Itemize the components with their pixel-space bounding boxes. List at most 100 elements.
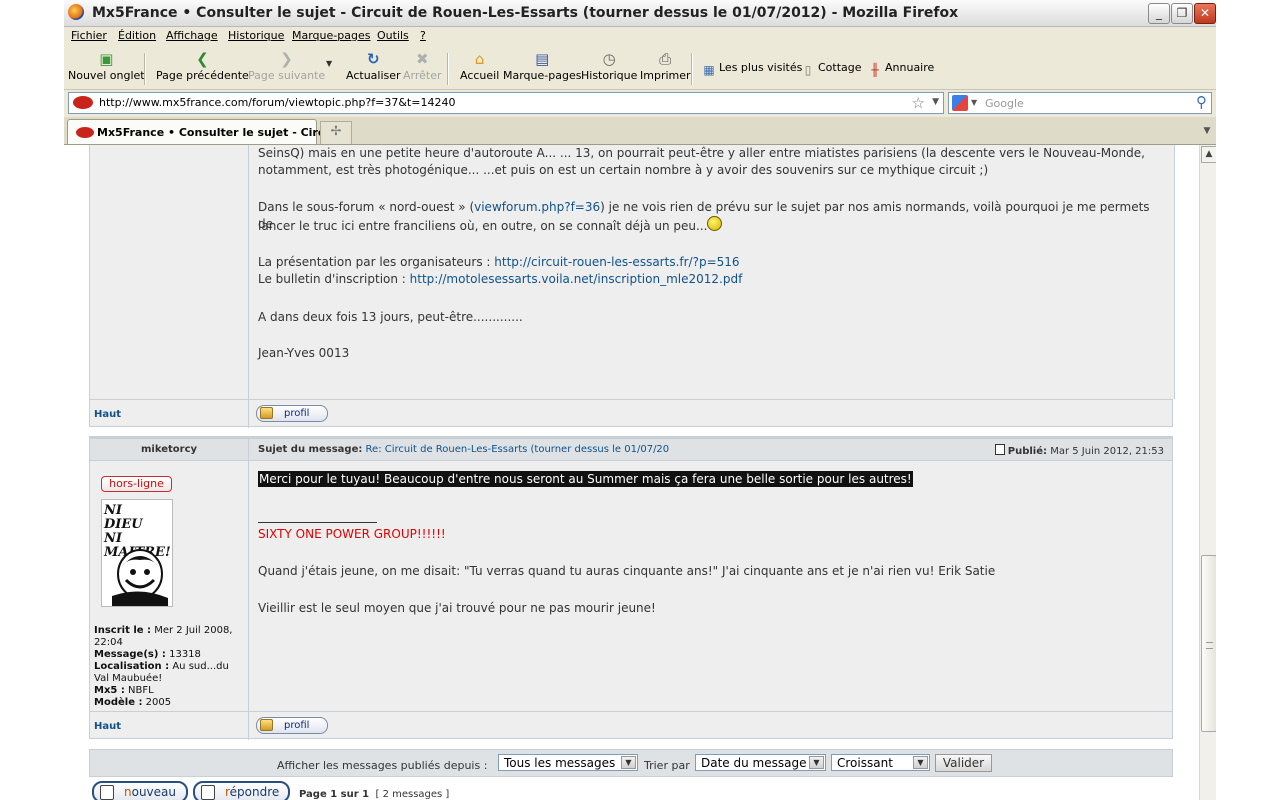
history-button[interactable]: ◷ Historique (581, 51, 637, 82)
menu-outils[interactable]: Outils (377, 29, 409, 42)
menu-edition[interactable]: Édition (118, 29, 156, 42)
close-button[interactable]: ✕ (1194, 3, 1216, 24)
post-icon[interactable] (994, 444, 1005, 455)
forward-button[interactable]: ❯ Page suivante (248, 51, 325, 82)
post-2-published: Publié: Mar 5 Juin 2012, 21:53 (994, 444, 1164, 457)
post-1-author-column (90, 145, 249, 399)
post-1-text: lancer le truc ici entre franciliens où,… (258, 216, 1158, 235)
author-info: Inscrit le : Mer 2 Juil 2008, 22:04 Mess… (94, 625, 233, 708)
scroll-thumb[interactable] (1201, 555, 1216, 732)
navigation-toolbar: ▣ Nouvel onglet ❮ Page précédente ❯ Page… (64, 47, 1216, 90)
back-to-top-link[interactable]: Haut (94, 409, 121, 420)
menu-historique[interactable]: Historique (228, 29, 284, 42)
google-engine-icon[interactable] (952, 95, 968, 111)
search-input[interactable]: Google (985, 97, 1024, 110)
history-dropdown-icon[interactable]: ▼ (326, 59, 332, 68)
window-title: Mx5France • Consulter le sujet - Circuit… (92, 5, 959, 21)
post-1-text: La présentation par les organisateurs : … (258, 255, 740, 269)
post-1-text: SeinsQ) mais en une petite heure d'autor… (258, 146, 1145, 160)
url-dropdown-icon[interactable]: ▼ (932, 97, 939, 107)
bookmark-most-visited[interactable]: ▦ Les plus visités (702, 61, 802, 77)
forward-arrow-icon: ❯ (280, 50, 293, 68)
scroll-up-icon[interactable]: ▲ (1201, 146, 1216, 163)
post-2-signature-title: SIXTY ONE POWER GROUP!!!!!! (258, 527, 446, 541)
address-bar-row: http://www.mx5france.com/forum/viewtopic… (64, 90, 1216, 116)
reply-button[interactable]: répondre (193, 781, 290, 800)
post-2-footer: Haut profil (89, 711, 1173, 740)
column-divider (248, 439, 249, 461)
bookmark-star-icon[interactable]: ☆ (912, 94, 925, 112)
profile-button[interactable]: profil (256, 717, 328, 734)
menu-bar: Fichier Édition Affichage Historique Mar… (64, 27, 1216, 46)
smiley-icon (707, 216, 723, 231)
minimize-button[interactable]: _ (1148, 3, 1170, 24)
new-tab-button[interactable]: ▣ Nouvel onglet (68, 51, 145, 82)
tab-active[interactable]: Mx5France • Consulter le sujet - Circ... (67, 119, 337, 144)
forum-link[interactable]: viewforum.php?f=36 (474, 200, 600, 214)
tab-favicon (76, 127, 94, 138)
post-1: SeinsQ) mais en une petite heure d'autor… (89, 145, 1175, 399)
engine-dropdown-icon[interactable]: ▼ (971, 98, 977, 107)
bookmarks-button[interactable]: ▤ Marque-pages (503, 51, 581, 82)
print-button[interactable]: ⎙ Imprimer (640, 51, 691, 82)
submit-sort-button[interactable]: Valider (935, 754, 992, 772)
sort-by-select[interactable]: Date du message ▼ (695, 754, 826, 771)
vertical-scrollbar[interactable]: ▲ (1199, 145, 1216, 800)
most-visited-icon: ▦ (703, 63, 715, 77)
post-2-subject: Sujet du message: Re: Circuit de Rouen-L… (258, 444, 670, 455)
url-bar[interactable]: http://www.mx5france.com/forum/viewtopic… (68, 92, 944, 114)
back-to-top-link[interactable]: Haut (94, 721, 121, 732)
post-2-header: miketorcy Sujet du message: Re: Circuit … (89, 436, 1173, 461)
presentation-link[interactable]: http://circuit-rouen-les-essarts.fr/?p=5… (494, 255, 739, 269)
avatar-drawing (112, 549, 168, 606)
menu-fichier[interactable]: Fichier (71, 29, 107, 42)
forum-topic: SeinsQ) mais en une petite heure d'autor… (89, 145, 1175, 800)
bookmark-cottage[interactable]: ▯ Cottage (801, 61, 862, 77)
post-2: hors-ligne NI DIEU NI MAITRE! Inscrit le… (89, 461, 1173, 711)
menu-marque-pages[interactable]: Marque-pages (292, 29, 370, 42)
tab-list-icon[interactable]: ▼ (1200, 122, 1214, 140)
stop-button[interactable]: ✖ Arrêter (403, 51, 442, 82)
column-divider (248, 712, 249, 740)
bookmarks-icon: ▤ (535, 50, 550, 68)
search-bar[interactable]: ▼ Google ⚲ (948, 92, 1212, 114)
sort-order-select[interactable]: Croissant ▼ (831, 754, 930, 771)
profile-icon (260, 719, 273, 731)
toolbar-separator (144, 53, 146, 85)
reload-button[interactable]: ↻ Actualiser (346, 51, 401, 82)
new-topic-button[interactable]: nouveau (92, 781, 188, 800)
page-icon: ▯ (804, 63, 812, 77)
post-1-footer: Haut profil (89, 399, 1173, 428)
tab-bar: Mx5France • Consulter le sujet - Circ...… (64, 117, 1216, 145)
menu-help[interactable]: ? (420, 29, 426, 42)
back-button[interactable]: ❮ Page précédente (156, 51, 249, 82)
post-2-subject-link[interactable]: Re: Circuit de Rouen-Les-Essarts (tourne… (366, 444, 670, 455)
show-since-select[interactable]: Tous les messages ▼ (498, 754, 638, 771)
tab-label: Mx5France • Consulter le sujet - Circ... (97, 126, 337, 139)
post-1-signature: Jean-Yves 0013 (258, 346, 350, 360)
post-2-text: Merci pour le tuyau! Beaucoup d'entre no… (258, 471, 913, 487)
history-clock-icon: ◷ (602, 50, 616, 68)
toolbar-separator (447, 53, 449, 85)
post-2-author[interactable]: miketorcy (90, 444, 248, 455)
profile-button[interactable]: profil (256, 405, 328, 422)
printer-icon: ⎙ (659, 50, 672, 68)
stop-icon: ✖ (415, 50, 429, 68)
post-1-text: Le bulletin d'inscription : http://motol… (258, 272, 743, 286)
new-topic-icon (100, 785, 114, 800)
registration-link[interactable]: http://motolesessarts.voila.net/inscript… (410, 272, 743, 286)
url-text[interactable]: http://www.mx5france.com/forum/viewtopic… (99, 96, 455, 109)
title-bar: Mx5France • Consulter le sujet - Circuit… (64, 0, 1216, 27)
toolbar-separator (691, 53, 693, 85)
pagination-info: Page 1 sur 1 [ 2 messages ] (299, 789, 450, 800)
dropdown-arrow-icon: ▼ (621, 756, 636, 769)
bookmark-annuaire[interactable]: ╫ Annuaire (868, 61, 934, 77)
sort-by-label: Trier par (644, 759, 690, 772)
new-tab-plus-icon[interactable]: ✢ (320, 121, 352, 144)
menu-affichage[interactable]: Affichage (166, 29, 218, 42)
reload-icon: ↻ (366, 50, 380, 68)
search-magnifier-icon[interactable]: ⚲ (1196, 93, 1207, 111)
home-button[interactable]: ⌂ Accueil (460, 51, 499, 82)
annuaire-icon: ╫ (871, 63, 879, 77)
restore-button[interactable]: ❐ (1171, 3, 1193, 24)
